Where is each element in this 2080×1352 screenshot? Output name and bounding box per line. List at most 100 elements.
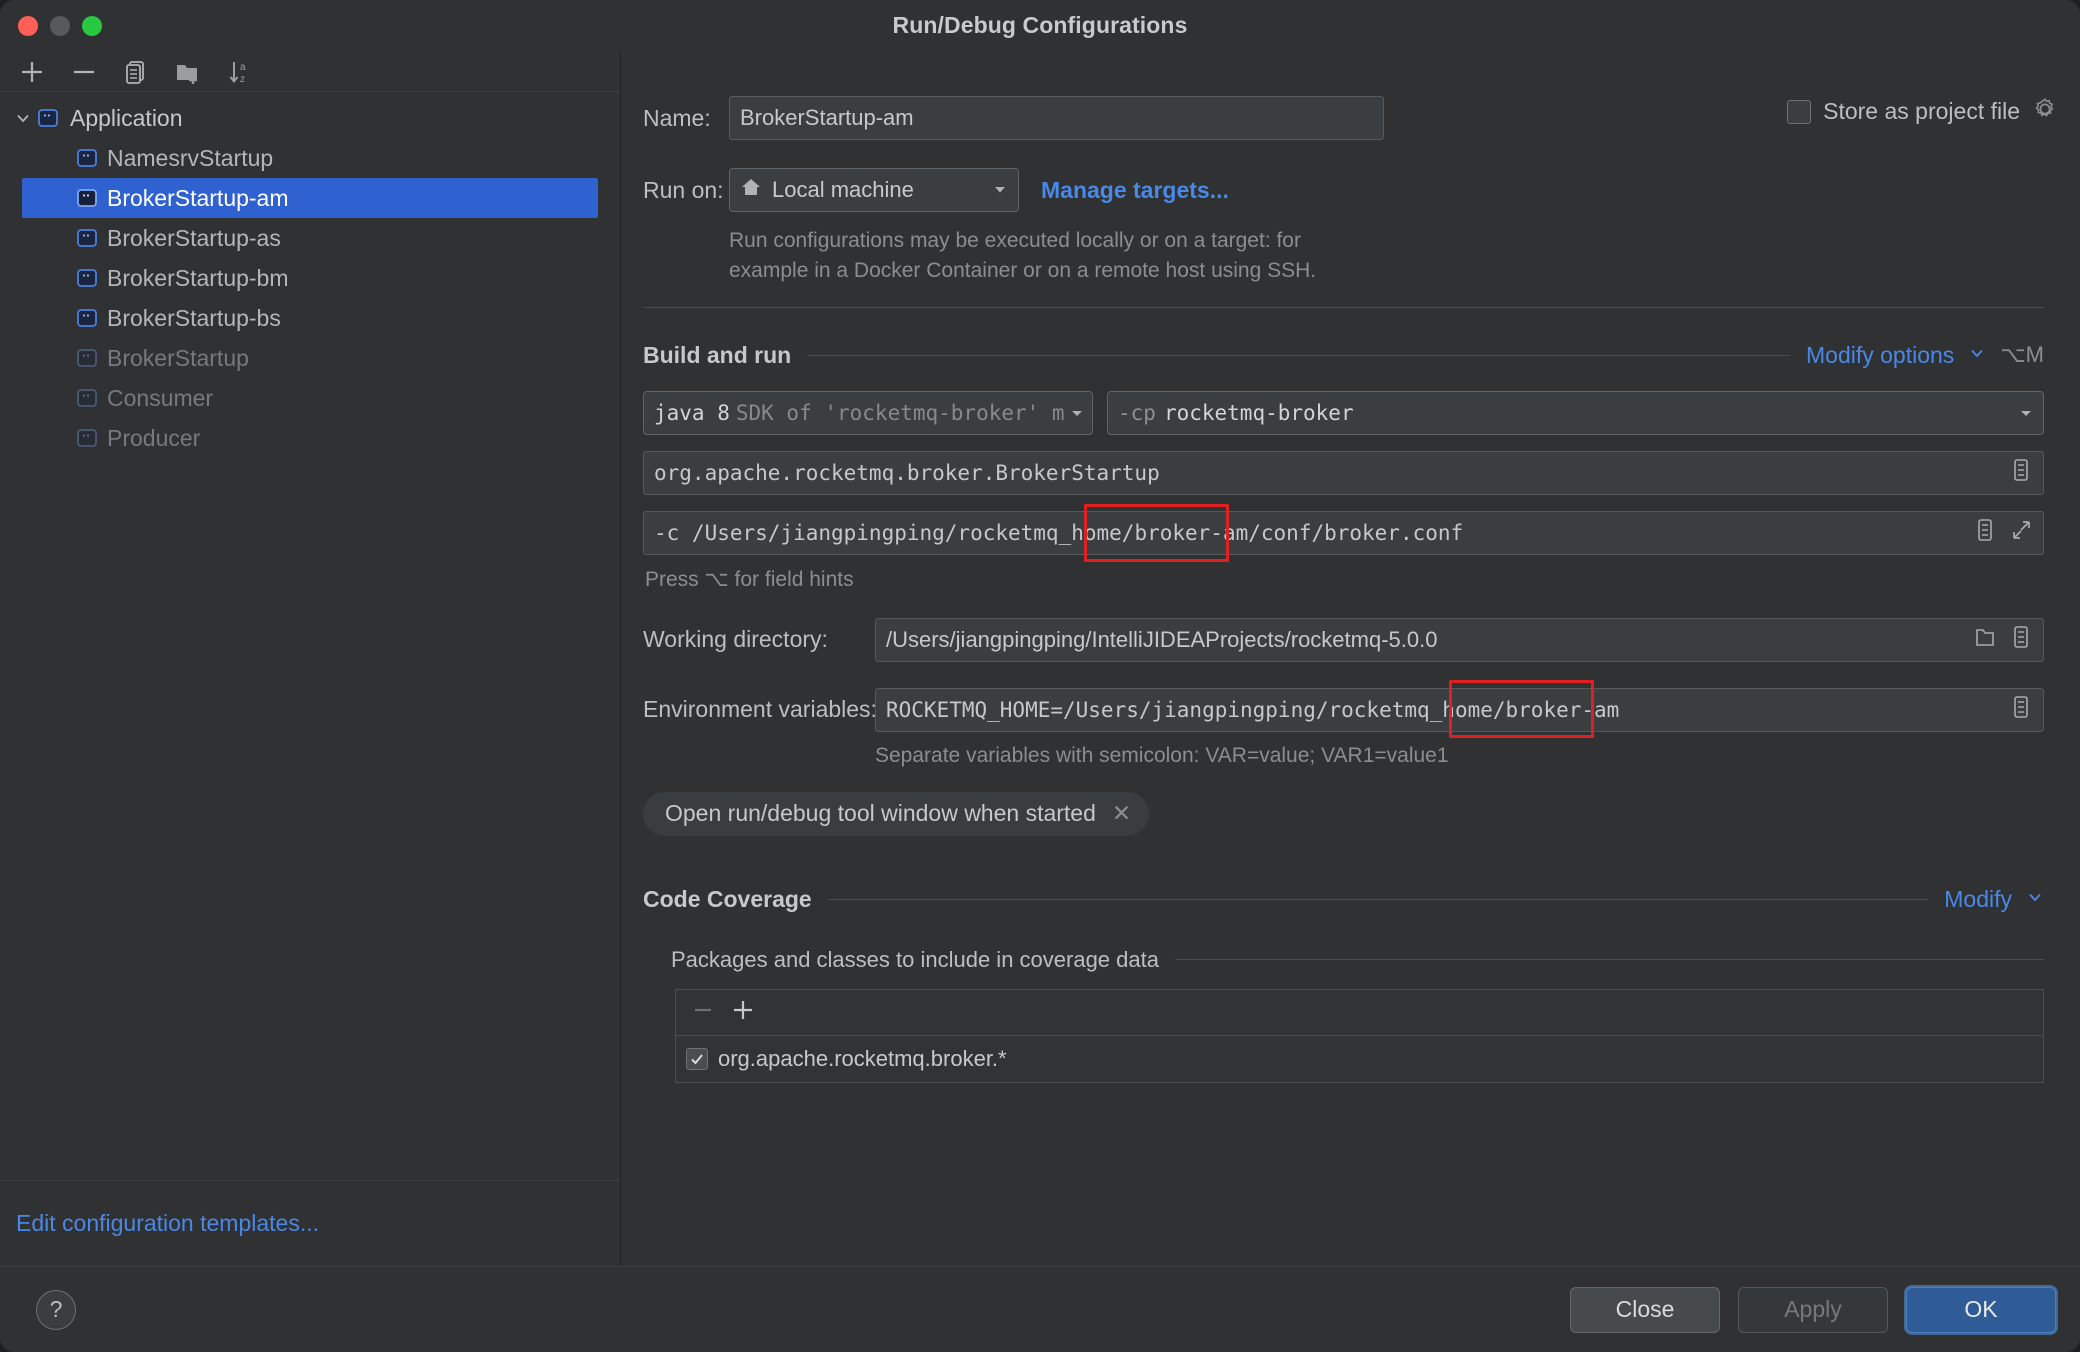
- coverage-package-row[interactable]: org.apache.rocketmq.broker.*: [676, 1036, 2043, 1082]
- coverage-packages-toolbar: [676, 990, 2043, 1036]
- sidebar-item-producer[interactable]: Producer: [0, 418, 620, 458]
- run-on-label: Run on:: [643, 176, 724, 203]
- close-icon[interactable]: ✕: [1112, 800, 1131, 827]
- sidebar-group-application[interactable]: Application: [0, 98, 620, 138]
- run-on-hint: Run configurations may be executed local…: [729, 226, 2044, 287]
- run-debug-configurations-dialog: Run/Debug Configurations a z Application…: [0, 0, 2080, 1352]
- sdk-dropdown[interactable]: java 8 SDK of 'rocketmq-broker' mo: [643, 390, 1093, 435]
- section-line: [807, 354, 1790, 356]
- name-input-value: BrokerStartup-am: [740, 105, 914, 130]
- section-divider: [643, 306, 2044, 308]
- configuration-form: Name: BrokerStartup-am Store as project …: [621, 52, 2080, 1266]
- chevron-down-icon[interactable]: [1968, 344, 1986, 367]
- store-as-project-file-label: Store as project file: [1823, 98, 2020, 124]
- add-configuration-button[interactable]: [6, 54, 58, 90]
- sidebar-item-label: Consumer: [107, 384, 214, 411]
- copy-configuration-button[interactable]: [110, 54, 162, 90]
- sidebar-item-brokerstartup-am[interactable]: BrokerStartup-am: [22, 178, 598, 218]
- environment-variables-input[interactable]: ROCKETMQ_HOME=/Users/jiangpingping/rocke…: [875, 687, 2044, 732]
- edit-configuration-templates-link[interactable]: Edit configuration templates...: [16, 1210, 319, 1237]
- program-arguments-highlight: /broker-am/: [1121, 520, 1261, 545]
- main-class-value: org.apache.rocketmq.broker.BrokerStartup: [654, 460, 1160, 485]
- program-arguments-input[interactable]: -c /Users/jiangpingping/rocketmq_home/br…: [643, 510, 2044, 555]
- help-button[interactable]: ?: [36, 1289, 76, 1330]
- name-input[interactable]: BrokerStartup-am: [729, 96, 1384, 140]
- application-icon: [75, 306, 99, 330]
- modify-options-link[interactable]: Modify options: [1806, 342, 1954, 369]
- working-directory-input[interactable]: /Users/jiangpingping/IntelliJIDEAProject…: [875, 617, 2044, 662]
- remove-configuration-button[interactable]: [58, 54, 110, 90]
- run-on-dropdown[interactable]: Local machine: [729, 168, 1019, 212]
- working-directory-value: /Users/jiangpingping/IntelliJIDEAProject…: [886, 626, 1438, 652]
- coverage-package-checkbox[interactable]: [686, 1047, 708, 1070]
- program-arguments-value: -c /Users/jiangpingping/rocketmq_home/br…: [654, 521, 1463, 545]
- expand-editor-icon[interactable]: [2009, 517, 2033, 548]
- add-package-button[interactable]: [728, 995, 758, 1030]
- code-coverage-actions: Modify: [1944, 886, 2044, 913]
- home-icon: [740, 176, 762, 204]
- sidebar-item-namesrvstartup[interactable]: NamesrvStartup: [0, 138, 620, 178]
- classpath-dropdown[interactable]: -cp rocketmq-broker: [1107, 390, 2044, 435]
- chevron-down-icon[interactable]: [10, 109, 36, 127]
- list-icon[interactable]: [2009, 624, 2033, 656]
- environment-variables-prefix: ROCKETMQ_HOME=/Users/jiangpingping/rocke…: [886, 697, 1493, 722]
- list-icon[interactable]: [1973, 517, 1997, 548]
- working-directory-label: Working directory:: [643, 626, 828, 653]
- coverage-packages-subsection: Packages and classes to include in cover…: [671, 947, 2044, 973]
- application-icon: [36, 106, 60, 130]
- environment-variables-value: ROCKETMQ_HOME=/Users/jiangpingping/rocke…: [886, 698, 1619, 722]
- gear-icon[interactable]: [2032, 96, 2058, 127]
- configurations-sidebar: a z Application NamesrvStartup BrokerSta…: [0, 52, 621, 1266]
- application-icon: [75, 386, 99, 410]
- chip-label: Open run/debug tool window when started: [665, 800, 1096, 827]
- sidebar-group-label: Application: [70, 104, 183, 131]
- name-label: Name:: [643, 104, 711, 131]
- manage-targets-link[interactable]: Manage targets...: [1041, 177, 1229, 204]
- chevron-down-icon: [2019, 401, 2033, 425]
- application-icon: [75, 146, 99, 170]
- code-coverage-modify-link[interactable]: Modify: [1944, 886, 2012, 913]
- remove-package-button[interactable]: [688, 995, 718, 1030]
- close-button[interactable]: Close: [1570, 1286, 1720, 1333]
- field-hints-text: Press ⌥ for field hints: [645, 567, 854, 591]
- list-icon[interactable]: [2009, 457, 2033, 488]
- build-and-run-actions: Modify options ⌥M: [1806, 342, 2044, 369]
- main-class-input[interactable]: org.apache.rocketmq.broker.BrokerStartup: [643, 450, 2044, 495]
- sidebar-item-consumer[interactable]: Consumer: [0, 378, 620, 418]
- chevron-down-icon: [992, 177, 1008, 203]
- run-on-row: Run on: Local machine Manage targets...: [643, 168, 2044, 212]
- coverage-packages-panel: org.apache.rocketmq.broker.*: [675, 988, 2044, 1083]
- environment-variables-row: Environment variables: ROCKETMQ_HOME=/Us…: [643, 679, 2044, 738]
- open-run-debug-tool-window-chip[interactable]: Open run/debug tool window when started …: [643, 791, 1150, 836]
- sidebar-toolbar: a z: [0, 52, 620, 92]
- sidebar-item-brokerstartup-bs[interactable]: BrokerStartup-bs: [0, 298, 620, 338]
- section-line: [1174, 959, 2044, 961]
- chevron-down-icon[interactable]: [2026, 888, 2044, 911]
- option-chips-row: Open run/debug tool window when started …: [643, 791, 2044, 836]
- sidebar-footer: Edit configuration templates...: [0, 1180, 620, 1266]
- environment-variables-hint: Separate variables with semicolon: VAR=v…: [875, 743, 1449, 767]
- list-icon[interactable]: [2009, 694, 2033, 725]
- sort-az-icon[interactable]: a z: [214, 54, 266, 90]
- program-arguments-prefix: -c /Users/jiangpingping/rocketmq_home: [654, 520, 1122, 545]
- dialog-footer: ? Close Apply OK: [0, 1266, 2080, 1352]
- code-coverage-title: Code Coverage: [643, 885, 812, 912]
- sidebar-item-brokerstartup-as[interactable]: BrokerStartup-as: [0, 218, 620, 258]
- store-as-project-file-checkbox[interactable]: [1787, 99, 1812, 124]
- sdk-primary-label: java 8: [654, 400, 730, 425]
- sidebar-item-label: BrokerStartup-bm: [107, 264, 289, 291]
- footer-buttons: Close Apply OK: [1570, 1286, 2056, 1333]
- run-on-hint-line2: example in a Docker Container or on a re…: [729, 259, 1317, 283]
- apply-button[interactable]: Apply: [1738, 1286, 1888, 1333]
- ok-button[interactable]: OK: [1906, 1286, 2056, 1333]
- sidebar-item-brokerstartup[interactable]: BrokerStartup: [0, 338, 620, 378]
- folder-icon[interactable]: [1973, 624, 1997, 656]
- section-line: [827, 898, 1929, 900]
- coverage-packages-title: Packages and classes to include in cover…: [671, 946, 1159, 972]
- sidebar-item-label: BrokerStartup-bs: [107, 304, 281, 331]
- configurations-tree[interactable]: Application NamesrvStartup BrokerStartup…: [0, 92, 620, 1180]
- folder-add-icon[interactable]: [162, 54, 214, 90]
- dialog-body: a z Application NamesrvStartup BrokerSta…: [0, 52, 2080, 1266]
- environment-variables-highlight: /broker-am: [1492, 697, 1620, 722]
- sidebar-item-brokerstartup-bm[interactable]: BrokerStartup-bm: [0, 258, 620, 298]
